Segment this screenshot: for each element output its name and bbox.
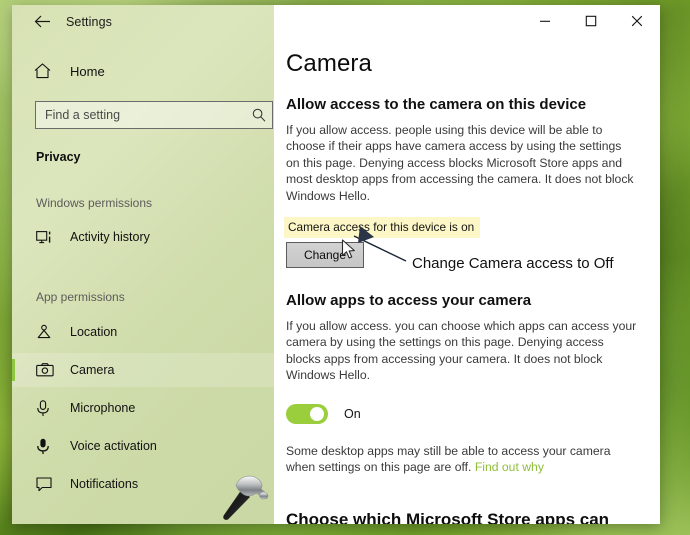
section-title-device-access: Allow access to the camera on this devic… (286, 96, 587, 113)
settings-sidebar: Settings Home Privacy Windows permiss (12, 5, 274, 524)
toggle-knob (310, 406, 324, 421)
settings-content-pane: Camera Allow access to the camera on thi… (274, 5, 660, 524)
camera-apps-toggle-row: On (286, 403, 660, 424)
close-icon (631, 15, 643, 27)
notification-bubble-icon (36, 476, 60, 492)
sidebar-item-voice-activation[interactable]: Voice activation (12, 429, 274, 463)
status-note-highlight: Camera access for this device is on (284, 217, 481, 239)
location-pin-icon (36, 324, 60, 340)
back-arrow-icon (34, 15, 50, 28)
hammer-icon (223, 475, 269, 520)
search-box[interactable] (35, 101, 273, 129)
sidebar-item-camera[interactable]: Camera (12, 353, 274, 387)
maximize-button[interactable] (568, 5, 614, 37)
app-title: Settings (66, 14, 112, 29)
camera-apps-toggle[interactable] (286, 403, 328, 424)
page-title: Camera (286, 50, 372, 77)
sidebar-item-label: Location (70, 325, 118, 339)
sidebar-category-title: Privacy (36, 150, 81, 164)
sidebar-group-app-permissions: App permissions (36, 290, 125, 304)
find-out-why-link[interactable]: Find out why (475, 460, 544, 474)
minimize-icon (540, 20, 550, 22)
back-button[interactable] (22, 7, 62, 37)
sidebar-item-label: Voice activation (70, 439, 157, 453)
section-body-app-access: If you allow access. you can choose whic… (286, 319, 637, 383)
microphone-icon (36, 399, 60, 417)
home-icon (34, 63, 51, 79)
sidebar-item-label: Camera (70, 363, 115, 377)
sidebar-group-windows-permissions: Windows permissions (36, 196, 153, 210)
maximize-icon (585, 15, 597, 27)
desktop-background: Settings Home Privacy Windows permiss (0, 0, 690, 535)
minimize-button[interactable] (522, 5, 568, 37)
sidebar-item-activity-history[interactable]: Activity history (12, 220, 274, 254)
sidebar-item-label: Activity history (70, 230, 150, 244)
sidebar-home-label: Home (70, 63, 105, 79)
search-icon (246, 108, 272, 122)
sidebar-item-label: Microphone (70, 401, 136, 415)
voice-activation-icon (36, 438, 60, 455)
settings-window: Settings Home Privacy Windows permiss (12, 5, 660, 524)
camera-icon (36, 363, 60, 377)
annotation-label: Change Camera access to Off (412, 255, 614, 272)
section-title-store-apps: Choose which Microsoft Store apps can ac… (286, 510, 610, 524)
window-titlebar: Settings (12, 5, 274, 38)
window-controls (522, 5, 660, 37)
sidebar-item-microphone[interactable]: Microphone (12, 391, 274, 425)
section-title-app-access: Allow apps to access your camera (286, 292, 532, 310)
section-body-device-access: If you allow access. people using this d… (286, 123, 634, 203)
sidebar-item-home[interactable]: Home (34, 55, 274, 87)
sidebar-item-label: Notifications (70, 477, 139, 491)
close-button[interactable] (614, 5, 660, 37)
mouse-cursor-icon (341, 239, 355, 259)
desktop-apps-footnote: Some desktop apps may still be able to a… (286, 443, 638, 476)
search-input[interactable] (36, 108, 246, 122)
footnote-text: Some desktop apps may still be able to a… (286, 443, 611, 475)
activity-history-icon (36, 230, 60, 245)
toggle-state-label: On (344, 406, 361, 421)
sidebar-item-location[interactable]: Location (12, 315, 274, 349)
